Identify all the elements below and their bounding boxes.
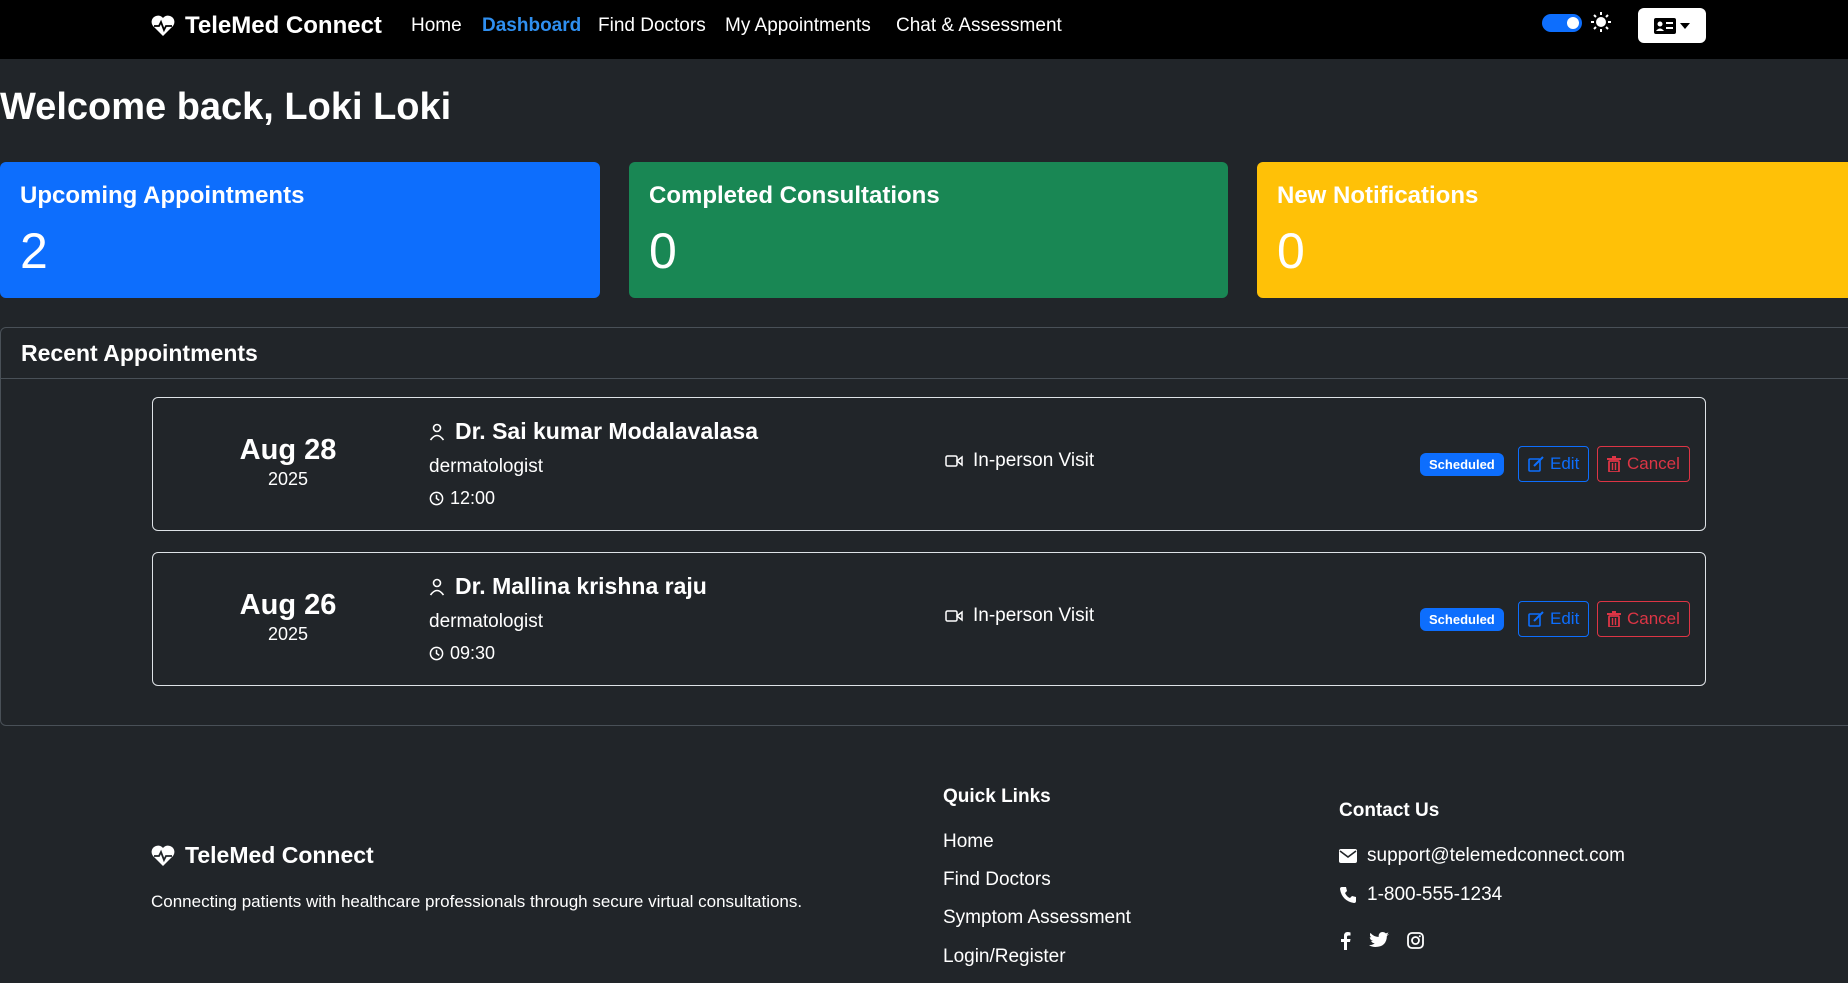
appointment-month-day: Aug 28 [239,434,337,466]
nav-my-appointments[interactable]: My Appointments [725,15,871,37]
quick-links-heading: Quick Links [943,786,1051,807]
visit-type: In-person Visit [973,450,1095,471]
cancel-button[interactable]: Cancel [1597,601,1690,637]
visit-type: In-person Visit [973,605,1095,626]
nav-chat-assessment[interactable]: Chat & Assessment [896,15,1062,37]
stat-label: Completed Consultations [649,182,940,209]
card-header: Recent Appointments [1,328,1848,379]
brand-name: TeleMed Connect [185,12,382,39]
stat-card-upcoming: Upcoming Appointments 2 [0,162,600,298]
footer-link-login-register[interactable]: Login/Register [943,946,1066,968]
trash-icon [1607,611,1621,627]
video-camera-icon [945,455,963,467]
stat-value: 0 [1277,223,1305,279]
person-icon [429,578,445,595]
appointment-date: Aug 28 2025 [213,434,363,490]
doctor-specialty: dermatologist [429,456,544,477]
clock-icon [429,646,444,661]
stat-value: 0 [649,223,677,279]
stat-label: New Notifications [1277,182,1479,209]
appointment-date: Aug 26 2025 [213,589,363,645]
page-title: Welcome back, Loki Loki [0,86,452,128]
instagram-icon[interactable] [1407,932,1424,949]
appointment-year: 2025 [267,469,309,489]
person-icon [429,423,445,440]
video-camera-icon [945,610,963,622]
contact-email-row: support@telemedconnect.com [1339,845,1625,867]
nav-dashboard[interactable]: Dashboard [482,15,581,37]
cancel-label: Cancel [1627,609,1680,628]
twitter-icon[interactable] [1369,932,1389,949]
footer-tagline: Connecting patients with healthcare prof… [151,892,803,911]
appointment-item: Aug 26 2025 Dr. Mallina krishna raju der… [152,552,1706,686]
envelope-icon [1339,849,1357,863]
footer-link-symptom-assessment[interactable]: Symptom Assessment [943,907,1131,929]
caret-down-icon [1680,22,1690,29]
contact-phone[interactable]: 1-800-555-1234 [1367,884,1502,906]
stat-value: 2 [20,223,48,279]
cancel-label: Cancel [1627,454,1680,473]
trash-icon [1607,456,1621,472]
heart-pulse-icon [151,845,175,866]
doctor-name: Dr. Sai kumar Modalavalasa [455,418,758,444]
edit-button[interactable]: Edit [1518,601,1590,637]
visit-type-row: In-person Visit [945,605,1094,627]
heart-pulse-icon [151,15,175,36]
doctor-specialty: dermatologist [429,611,544,632]
visit-type-row: In-person Visit [945,450,1094,472]
pencil-square-icon [1528,611,1544,627]
card-title: Recent Appointments [21,340,258,366]
edit-label: Edit [1550,454,1580,473]
sun-icon [1591,12,1611,32]
phone-icon [1340,887,1356,903]
nav-home[interactable]: Home [411,15,462,37]
appointment-time: 09:30 [450,643,496,663]
pencil-square-icon [1528,456,1544,472]
appointment-year: 2025 [267,624,309,644]
doctor-name-row: Dr. Sai kumar Modalavalasa [429,418,758,445]
stat-label: Upcoming Appointments [20,182,305,209]
edit-button[interactable]: Edit [1518,446,1590,482]
facebook-icon[interactable] [1339,932,1351,950]
contact-heading: Contact Us [1339,800,1440,821]
navbar: TeleMed Connect Home Dashboard Find Doct… [0,0,1848,59]
appointment-time-row: 09:30 [429,643,495,664]
stat-card-completed: Completed Consultations 0 [629,162,1228,298]
clock-icon [429,491,444,506]
status-badge: Scheduled [1420,453,1504,476]
brand-logo[interactable]: TeleMed Connect [151,12,382,40]
appointment-item: Aug 28 2025 Dr. Sai kumar Modalavalasa d… [152,397,1706,531]
doctor-name: Dr. Mallina krishna raju [455,573,707,599]
footer-link-home[interactable]: Home [943,831,994,853]
footer-brand: TeleMed Connect [151,842,374,869]
theme-toggle[interactable] [1542,14,1582,32]
contact-phone-row: 1-800-555-1234 [1339,884,1502,906]
appointment-time: 12:00 [450,488,496,508]
footer-link-find-doctors[interactable]: Find Doctors [943,869,1051,891]
cancel-button[interactable]: Cancel [1597,446,1690,482]
doctor-name-row: Dr. Mallina krishna raju [429,573,707,600]
recent-appointments-card: Recent Appointments Aug 28 2025 Dr. Sai … [0,327,1848,726]
appointment-month-day: Aug 26 [239,589,337,621]
stat-card-notifications: New Notifications 0 [1257,162,1848,298]
contact-email[interactable]: support@telemedconnect.com [1367,845,1625,867]
nav-find-doctors[interactable]: Find Doctors [598,15,706,37]
id-card-icon [1654,17,1676,34]
edit-label: Edit [1550,609,1580,628]
status-badge: Scheduled [1420,608,1504,631]
footer-brand-name: TeleMed Connect [185,842,374,868]
appointment-time-row: 12:00 [429,488,495,509]
user-menu-button[interactable] [1638,8,1706,43]
social-links [1339,932,1424,950]
